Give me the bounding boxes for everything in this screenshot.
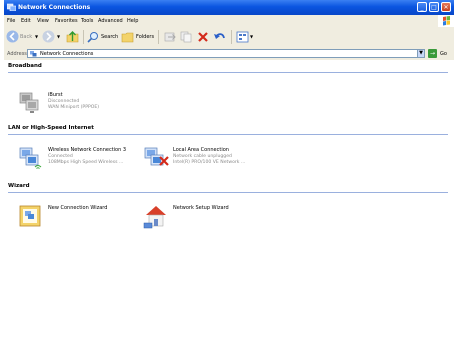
group-header-wizard: Wizard <box>8 183 448 193</box>
folders-button-label[interactable]: Folders <box>136 34 154 40</box>
connection-device: 108Mbps High Speed Wireless ... <box>48 160 124 165</box>
search-button-label[interactable]: Search <box>101 34 118 40</box>
connection-item-iburst[interactable]: iBurst Disconnected WAN Miniport (PPPOE) <box>18 90 138 120</box>
windows-logo-icon <box>438 15 454 27</box>
address-bar: Address Network Connections ▼ → Go <box>4 47 454 61</box>
lan-disconnected-icon <box>144 147 169 166</box>
menu-view[interactable]: View <box>37 18 49 24</box>
network-connections-icon <box>7 3 16 11</box>
address-label: Address <box>7 51 27 57</box>
window-title: Network Connections <box>18 4 91 11</box>
up-folder-icon[interactable] <box>66 30 79 43</box>
back-arrow-icon[interactable] <box>6 30 19 43</box>
connection-name: Wireless Network Connection 3 <box>48 147 127 153</box>
menu-advanced[interactable]: Advanced <box>98 18 123 24</box>
menu-edit[interactable]: Edit <box>21 18 31 24</box>
copy-to-icon[interactable] <box>180 31 192 43</box>
connection-device: WAN Miniport (PPPOE) <box>48 105 100 110</box>
menu-file[interactable]: File <box>7 18 15 24</box>
group-divider <box>8 72 448 73</box>
group-divider <box>8 192 448 193</box>
connection-status: Connected <box>48 154 73 159</box>
go-label: Go <box>440 51 447 57</box>
go-arrow-icon: → <box>428 49 437 58</box>
group-divider <box>8 134 448 135</box>
group-title: Broadband <box>8 63 42 69</box>
network-connections-icon <box>30 51 37 57</box>
move-to-icon[interactable] <box>164 31 176 43</box>
connection-device: Intel(R) PRO/100 VE Network ... <box>173 160 246 165</box>
menu-help[interactable]: Help <box>127 18 138 24</box>
connection-status: Disconnected <box>48 99 80 104</box>
wizard-item-new-connection[interactable]: New Connection Wizard <box>18 203 130 233</box>
views-dropdown-icon[interactable]: ▼ <box>250 34 253 39</box>
wizard-name: Network Setup Wizard <box>173 205 229 211</box>
group-title: Wizard <box>8 183 30 189</box>
delete-icon[interactable] <box>197 31 209 43</box>
go-button[interactable]: → Go <box>428 49 454 58</box>
back-button-label[interactable]: Back <box>20 34 32 40</box>
search-icon[interactable] <box>87 31 99 43</box>
toolbar: Back ▼ ▼ Search Folders ▼ <box>4 27 454 48</box>
address-input[interactable]: Network Connections <box>27 49 424 58</box>
connection-item-local-area[interactable]: Local Area Connection Network cable unpl… <box>143 145 273 175</box>
wizard-name: New Connection Wizard <box>48 205 108 211</box>
connection-name: Local Area Connection <box>173 147 229 153</box>
forward-dropdown-icon[interactable]: ▼ <box>57 34 60 39</box>
group-header-broadband: Broadband <box>8 63 448 73</box>
back-dropdown-icon[interactable]: ▼ <box>35 34 38 39</box>
explorer-window: Network Connections _ □ ✕ File Edit View… <box>4 0 454 345</box>
toolbar-separator <box>158 30 159 44</box>
minimize-button[interactable]: _ <box>417 2 427 12</box>
menu-favorites[interactable]: Favorites <box>55 18 78 24</box>
wizard-item-network-setup[interactable]: Network Setup Wizard <box>143 203 255 233</box>
wireless-connection-icon <box>19 147 42 169</box>
broadband-connection-icon <box>19 92 39 113</box>
title-bar[interactable]: Network Connections _ □ ✕ <box>4 0 454 15</box>
connection-item-wireless[interactable]: Wireless Network Connection 3 Connected … <box>18 145 142 175</box>
toolbar-separator <box>83 30 84 44</box>
views-icon[interactable] <box>236 31 249 43</box>
folders-icon[interactable] <box>121 31 134 43</box>
maximize-button[interactable]: □ <box>429 2 439 12</box>
group-title: LAN or High-Speed Internet <box>8 125 94 131</box>
undo-icon[interactable] <box>213 31 226 43</box>
forward-arrow-icon[interactable] <box>42 30 55 43</box>
connection-status: Network cable unplugged <box>173 154 232 159</box>
toolbar-separator <box>231 30 232 44</box>
close-button[interactable]: ✕ <box>441 2 451 12</box>
address-dropdown-icon[interactable]: ▼ <box>417 49 425 58</box>
menu-tools[interactable]: Tools <box>81 18 93 24</box>
content-pane: Broadband iBurst Disconnected WAN Minipo… <box>4 60 454 345</box>
connection-name: iBurst <box>48 92 63 98</box>
new-connection-wizard-icon <box>19 205 41 227</box>
group-header-lan: LAN or High-Speed Internet <box>8 125 448 135</box>
network-setup-wizard-icon <box>143 206 166 229</box>
address-value: Network Connections <box>40 51 94 57</box>
